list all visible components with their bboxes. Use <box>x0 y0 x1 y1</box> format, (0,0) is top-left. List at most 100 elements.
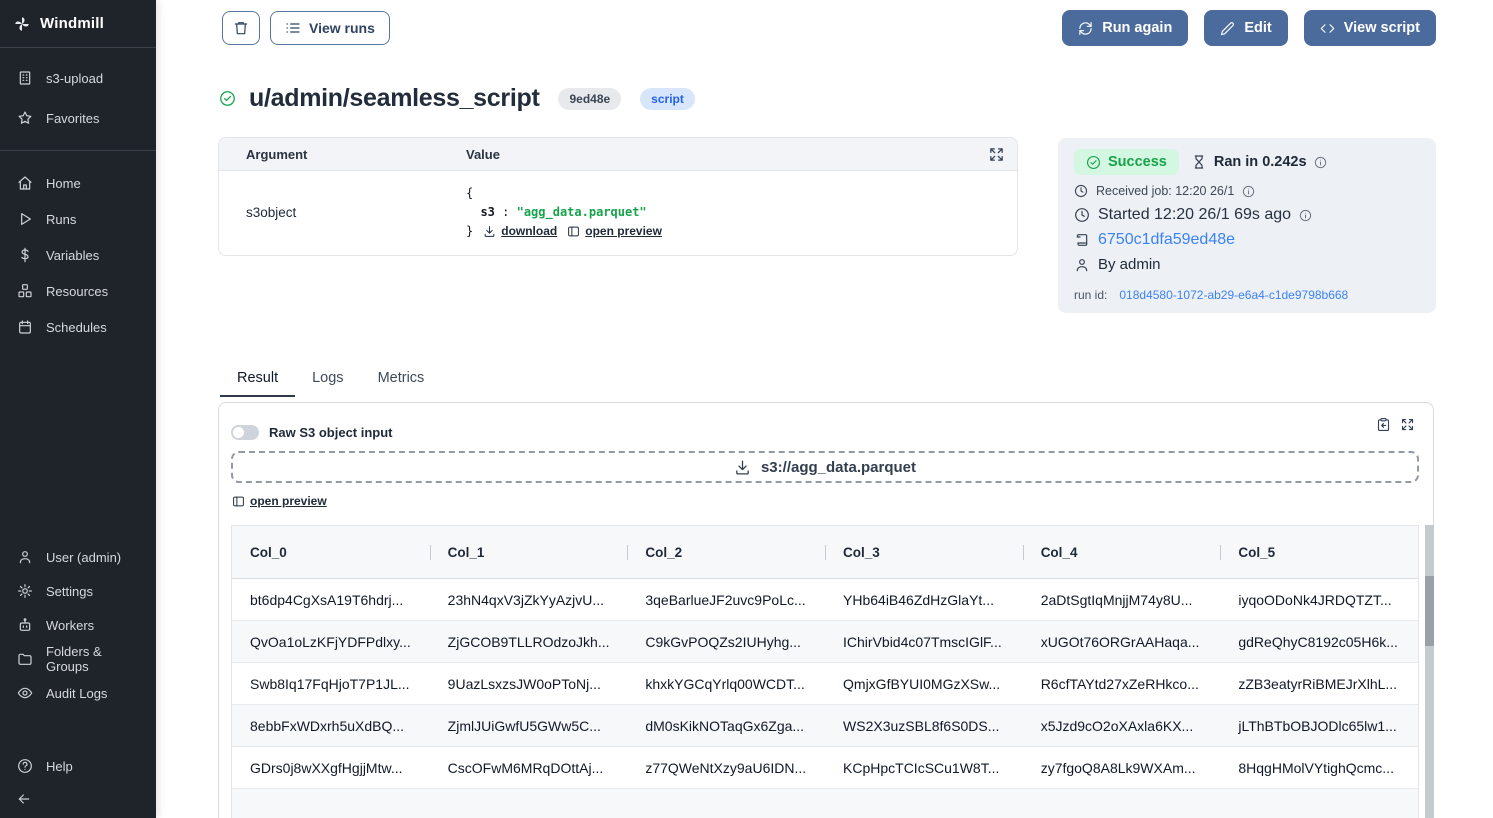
table-cell: khxkYGCqYrlq00WCDT... <box>627 676 825 692</box>
sidebar-item-home[interactable]: Home <box>0 165 156 201</box>
run-info-panel: Success Ran in 0.242s Received job: 12:2… <box>1058 138 1436 313</box>
sidebar-footer-group: Help <box>0 748 156 784</box>
s3-file-download-box[interactable]: s3://agg_data.parquet <box>231 451 1419 483</box>
arguments-table-header: Argument Value <box>219 138 1017 171</box>
download-label: download <box>501 222 557 241</box>
table-cell: 8HqgHMolVYtighQcmc... <box>1220 760 1418 776</box>
info-icon[interactable] <box>1299 209 1312 222</box>
dollar-icon <box>17 247 33 263</box>
sidebar-item-help[interactable]: Help <box>0 748 156 784</box>
table-cell: CscOFwM6MRqDOttAj... <box>430 760 628 776</box>
column-header: Col_0 <box>232 545 430 560</box>
table-cell: IChirVbid4c07TmscIGlF... <box>825 634 1023 650</box>
sidebar-item-folders-groups[interactable]: Folders & Groups <box>0 642 156 676</box>
download-link[interactable]: download <box>483 222 557 241</box>
tab-metrics[interactable]: Metrics <box>361 364 442 397</box>
edit-button[interactable]: Edit <box>1204 10 1287 46</box>
sidebar-item-favorites[interactable]: Favorites <box>0 98 156 138</box>
table-cell: jLThBTbOBJODlc65lw1... <box>1220 718 1418 734</box>
open-preview-link[interactable]: open preview <box>232 494 327 508</box>
table-cell: zZB3eatyrRiBMEJrXlhL... <box>1220 676 1418 692</box>
arrow-left-icon <box>16 791 32 807</box>
json-brace-open: { <box>466 184 662 203</box>
table-cell: 9UazLsxzsJW0oPToNj... <box>430 676 628 692</box>
sidebar-divider <box>0 47 156 48</box>
sidebar-item-runs[interactable]: Runs <box>0 201 156 237</box>
panel-actions <box>1376 417 1415 432</box>
table-cell: C9kGvPOQZs2IUHyhg... <box>627 634 825 650</box>
expand-result-icon[interactable] <box>1400 417 1415 432</box>
sidebar-item-label: Audit Logs <box>46 686 107 701</box>
duration: Ran in 0.242s <box>1191 154 1327 170</box>
copy-to-clipboard-icon[interactable] <box>1376 417 1391 432</box>
table-row: 8ebbFxWDxrh5uXdBQ... ZjmlJUiGwfU5GWw5C..… <box>232 705 1418 747</box>
column-header: Col_2 <box>627 545 825 560</box>
sidebar-item-label: Home <box>46 176 81 191</box>
raw-s3-toggle-row[interactable]: Raw S3 object input <box>231 425 393 440</box>
panel-preview-icon <box>567 225 580 238</box>
table-row: GDrs0j8wXXgfHgjjMtw... CscOFwM6MRqDOttAj… <box>232 747 1418 789</box>
help-circle-icon <box>17 758 33 774</box>
sidebar-item-settings[interactable]: Settings <box>0 574 156 608</box>
table-cell: zy7fgoQ8A8Lk9WXAm... <box>1023 760 1221 776</box>
run-again-button[interactable]: Run again <box>1062 10 1188 46</box>
table-cell: dM0sKikNOTaqGx6Zga... <box>627 718 825 734</box>
view-runs-button[interactable]: View runs <box>270 11 390 45</box>
table-row: QvOa1oLzKFjYDFPdlxy... ZjGCOB9TLLROdzoJk… <box>232 621 1418 663</box>
argument-value-json: { s3 : "agg_data.parquet" } download ope… <box>466 184 662 241</box>
json-colon: : <box>502 205 509 219</box>
expand-args-icon[interactable] <box>988 146 1005 163</box>
home-icon <box>17 175 33 191</box>
job-id-link[interactable]: 6750c1dfa59ed48e <box>1098 231 1235 249</box>
check-circle-icon <box>1086 155 1101 170</box>
commit-hash-badge: 9ed48e <box>558 88 621 110</box>
sidebar-item-variables[interactable]: Variables <box>0 237 156 273</box>
json-footer-line: } download open preview <box>466 222 662 241</box>
column-header: Col_1 <box>430 545 628 560</box>
play-icon <box>17 211 33 227</box>
tab-result[interactable]: Result <box>220 364 295 397</box>
sidebar-divider <box>0 150 156 151</box>
code-icon <box>1320 21 1335 36</box>
sidebar-item-audit-logs[interactable]: Audit Logs <box>0 676 156 710</box>
edit-label: Edit <box>1244 20 1271 36</box>
toggle-label: Raw S3 object input <box>269 425 393 440</box>
run-id-link[interactable]: 018d4580-1072-ab29-e6a4-c1de9798b668 <box>1119 288 1348 302</box>
sidebar-item-user[interactable]: User (admin) <box>0 540 156 574</box>
open-preview-link[interactable]: open preview <box>567 222 662 241</box>
hourglass-icon <box>1191 154 1207 170</box>
toggle-switch[interactable] <box>231 425 259 440</box>
column-header: Col_3 <box>825 545 1023 560</box>
collapse-sidebar-button[interactable] <box>10 786 38 812</box>
eye-icon <box>17 685 33 701</box>
sidebar-item-s3-upload[interactable]: s3-upload <box>0 58 156 98</box>
started-label: Started 12:20 26/1 69s ago <box>1098 206 1291 224</box>
duration-label: Ran in 0.242s <box>1214 154 1307 170</box>
refresh-icon <box>1078 21 1093 36</box>
view-script-button[interactable]: View script <box>1304 10 1436 46</box>
sidebar-item-label: Settings <box>46 584 93 599</box>
info-icon[interactable] <box>1314 156 1327 169</box>
table-cell: KCpHpcTCIcSCu1W8T... <box>825 760 1023 776</box>
table-cell: z77QWeNtXzy9aU6IDN... <box>627 760 825 776</box>
sidebar-item-label: Schedules <box>46 320 107 335</box>
sidebar-item-label: Folders & Groups <box>46 644 139 674</box>
received-line: Received job: 12:20 26/1 <box>1074 184 1420 198</box>
tab-logs[interactable]: Logs <box>295 364 360 397</box>
download-icon <box>483 225 496 238</box>
panel-preview-icon <box>232 495 245 508</box>
sidebar-item-resources[interactable]: Resources <box>0 273 156 309</box>
table-cell: gdReQhyC8192c05H6k... <box>1220 634 1418 650</box>
table-scrollbar-track[interactable] <box>1425 525 1434 818</box>
sidebar-item-schedules[interactable]: Schedules <box>0 309 156 345</box>
sidebar-item-workers[interactable]: Workers <box>0 608 156 642</box>
trash-icon <box>233 20 249 36</box>
delete-run-button[interactable] <box>222 11 260 45</box>
page-title: u/admin/seamless_script <box>249 84 539 113</box>
gear-icon <box>17 583 33 599</box>
info-icon[interactable] <box>1242 185 1255 198</box>
app-title: Windmill <box>40 15 104 32</box>
result-panel: Raw S3 object input s3://agg_data.parque… <box>218 402 1434 818</box>
table-scrollbar-thumb[interactable] <box>1425 576 1434 646</box>
windmill-logo[interactable]: Windmill <box>0 0 156 47</box>
